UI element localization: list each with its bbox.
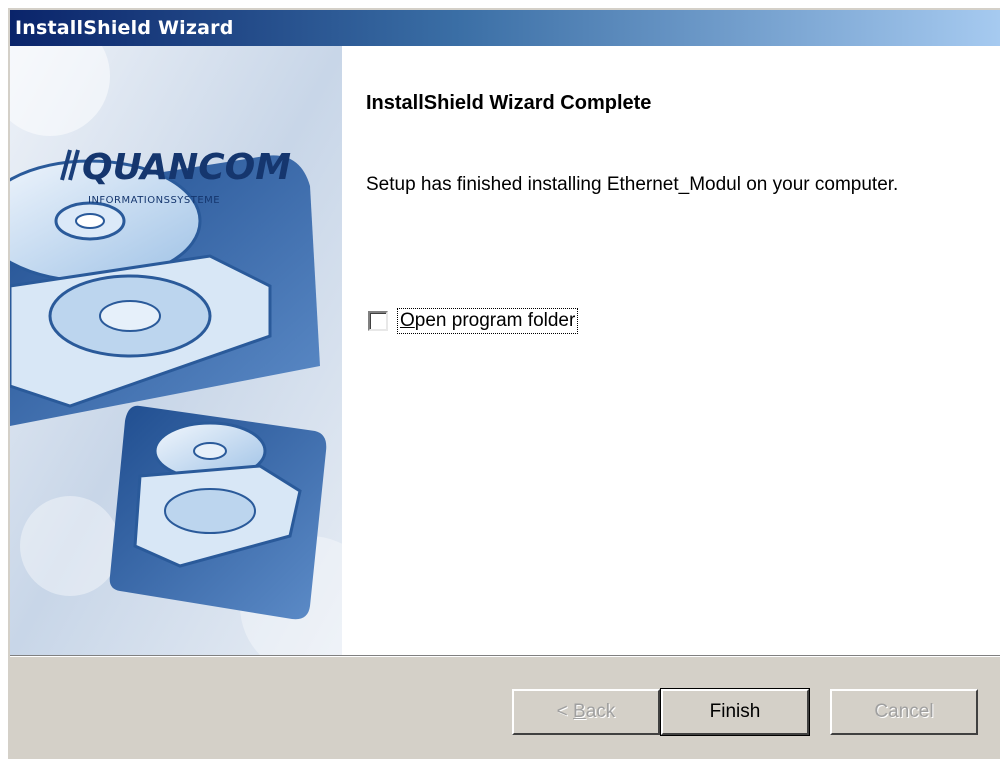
logo-subtext: INFORMATIONSSYSTEME	[88, 195, 220, 206]
logo-text: QUANCOM	[82, 147, 291, 188]
open-program-folder-option[interactable]: Open program folder	[368, 308, 579, 334]
checkbox-label-accel: O	[400, 310, 415, 331]
back-button-accel: B	[573, 701, 586, 722]
back-button-prefix: <	[556, 701, 574, 722]
wizard-banner-image: QUANCOM INFORMATIONSSYSTEME	[10, 46, 342, 655]
finish-button[interactable]: Finish	[660, 688, 810, 736]
checkbox-label-text: pen program folder	[414, 310, 576, 331]
back-button[interactable]: < Back	[512, 689, 660, 735]
completion-message: Setup has finished installing Ethernet_M…	[366, 174, 899, 195]
back-button-rest: ack	[585, 701, 616, 722]
open-program-folder-checkbox[interactable]	[368, 311, 388, 331]
page-heading: InstallShield Wizard Complete	[366, 92, 652, 114]
installshield-window: InstallShield Wizard QUANCOM INFORMATION…	[8, 8, 1000, 759]
open-program-folder-label[interactable]: Open program folder	[396, 308, 579, 334]
wizard-footer: < Back Finish Cancel	[10, 657, 1000, 759]
wizard-content: InstallShield Wizard Complete Setup has …	[366, 46, 996, 655]
cancel-button[interactable]: Cancel	[830, 689, 978, 735]
window-title: InstallShield Wizard	[10, 10, 1000, 46]
